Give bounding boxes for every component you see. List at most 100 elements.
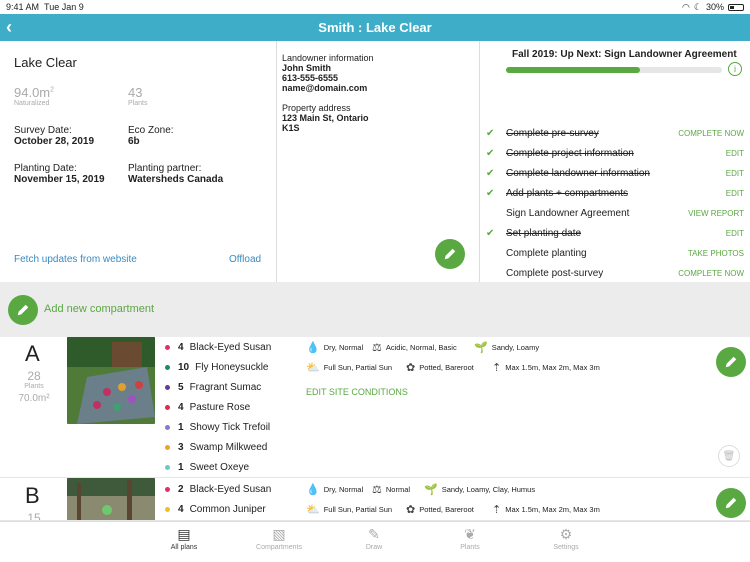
landowner-heading: Landowner information — [282, 53, 374, 63]
plants-label: Plants — [128, 100, 148, 107]
edit-site-conditions-link[interactable]: EDIT SITE CONDITIONS — [306, 387, 408, 397]
area-sup: 2 — [50, 86, 55, 94]
tab-plants[interactable]: ❦ Plants — [440, 526, 500, 551]
task-action-link[interactable]: EDIT — [726, 169, 744, 178]
plant-color-dot — [165, 344, 170, 350]
eco-label: Eco Zone: — [128, 125, 174, 136]
pencil-icon — [444, 248, 456, 260]
plant-count: 4 — [178, 401, 184, 413]
plant-list-item: 4 Common Juniper — [165, 499, 266, 519]
battery-percent: 30% — [705, 2, 724, 12]
planting-value: November 15, 2019 — [14, 174, 105, 185]
checklist-task: Complete planting TAKE PHOTOS — [480, 245, 744, 265]
ph-value: Normal — [385, 485, 411, 494]
checklist-task: ✔ Complete pre-survey COMPLETE NOW — [480, 125, 744, 145]
size-value: Max 1.5m, Max 2m, Max 3m — [505, 505, 600, 514]
edit-landowner-button[interactable] — [435, 239, 465, 269]
plant-list-item: 1 Sweet Oxeye — [165, 457, 249, 477]
tab-settings[interactable]: ⚙ Settings — [536, 526, 596, 551]
plant-name: Black-Eyed Susan — [189, 341, 272, 353]
plant-list-item: 5 Fragrant Sumac — [165, 377, 261, 397]
progress-fill — [506, 67, 640, 73]
plant-name: Swamp Milkweed — [189, 441, 268, 453]
water-drop-icon: 💧 — [306, 342, 320, 354]
hand-plant-icon: ✿ — [406, 504, 416, 516]
task-action-link[interactable]: COMPLETE NOW — [678, 269, 744, 278]
edit-compartment-button[interactable] — [716, 488, 746, 518]
compartment-area: 70.0m² — [18, 393, 50, 404]
tab-all-plans[interactable]: ▤ All plans — [154, 526, 214, 551]
task-label: Add plants + compartments — [506, 188, 629, 199]
survey-date: Survey Date: October 28, 2019 — [14, 125, 94, 147]
plant-name: Sweet Oxeye — [189, 461, 250, 473]
task-action-link[interactable]: EDIT — [726, 189, 744, 198]
tab-draw[interactable]: ✎ Draw — [344, 526, 404, 551]
scale-icon: ⚖ — [372, 342, 382, 354]
offload-link[interactable]: Offload — [229, 254, 261, 265]
stock-value: Potted, Bareroot — [419, 505, 474, 514]
plant-count: 43 Plants — [128, 85, 147, 107]
back-chevron-icon[interactable]: ‹ — [6, 17, 12, 38]
checkmark-icon: ✔ — [486, 228, 495, 239]
area-label: Naturalized — [14, 100, 50, 107]
project-overview: Lake Clear 94.0m2 Naturalized 43 Plants … — [0, 41, 750, 282]
naturalized-area: 94.0m2 Naturalized — [14, 85, 54, 107]
tab-compartments[interactable]: ▧ Compartments — [249, 526, 309, 551]
nav-bar: ‹ Smith : Lake Clear — [0, 14, 750, 41]
compartment-plants-value: 15 — [27, 511, 41, 521]
compartment-photo[interactable] — [67, 478, 155, 520]
garden-photo-image — [67, 337, 155, 424]
compartment-card-b: B 15 2 Black-Eyed Susan 4 Common Juniper 💧 D… — [0, 478, 750, 521]
plant-color-dot — [165, 486, 170, 492]
add-compartment-button[interactable] — [8, 295, 38, 325]
tab-bar: ▤ All plans ▧ Compartments ✎ Draw ❦ Plan… — [0, 521, 750, 562]
status-time: 9:41 AM — [6, 2, 40, 12]
task-action-link[interactable]: VIEW REPORT — [688, 209, 744, 218]
soil-condition: 🌱 Sandy, Loamy — [474, 341, 539, 354]
plant-count: 1 — [178, 461, 184, 473]
plant-count: 3 — [178, 441, 184, 453]
plant-color-dot — [165, 444, 170, 450]
moisture-condition: 💧 Dry, Normal — [306, 341, 363, 354]
address-line1: 123 Main St, Ontario — [282, 113, 369, 123]
plant-count: 5 — [178, 381, 184, 393]
checkmark-icon: ✔ — [486, 168, 495, 179]
task-action-link[interactable]: TAKE PHOTOS — [688, 249, 744, 258]
plant-list-item: 4 Black-Eyed Susan — [165, 337, 271, 357]
ph-condition: ⚖ Acidic, Normal, Basic — [372, 341, 457, 354]
task-action-link[interactable]: EDIT — [726, 149, 744, 158]
task-action-link[interactable]: COMPLETE NOW — [678, 129, 744, 138]
checklist-task: ✔ Complete landowner information EDIT — [480, 165, 744, 185]
garden-photo-image — [67, 478, 155, 520]
compartment-photo[interactable] — [67, 337, 155, 424]
plant-list-item: 3 Swamp Milkweed — [165, 437, 267, 457]
info-icon[interactable]: i — [728, 62, 742, 76]
plant-count: 2 — [178, 483, 184, 495]
plant-name: Fragrant Sumac — [189, 381, 262, 393]
ph-value: Acidic, Normal, Basic — [385, 343, 457, 352]
stock-value: Potted, Bareroot — [419, 363, 474, 372]
trash-icon[interactable]: 🗑 — [718, 445, 740, 467]
task-label: Complete planting — [506, 248, 587, 259]
fetch-updates-link[interactable]: Fetch updates from website — [14, 254, 137, 265]
stack-icon: ▤ — [177, 526, 191, 542]
water-drop-icon: 💧 — [306, 484, 320, 496]
sun-condition: ⛅ Full Sun, Partial Sun — [306, 361, 392, 374]
area-value: 94.0m — [14, 85, 51, 100]
status-date: Tue Jan 9 — [44, 2, 84, 12]
plant-color-dot — [165, 464, 170, 470]
plant-list-item: 10 Fly Honeysuckle — [165, 357, 268, 377]
tab-label: Settings — [553, 544, 579, 551]
moon-icon: ☾ — [693, 1, 702, 12]
add-compartment-bar[interactable]: Add new compartment — [0, 282, 750, 337]
planting-partner: Planting partner: Watersheds Canada — [128, 163, 223, 185]
plant-list-item: 1 Showy Tick Trefoil — [165, 417, 270, 437]
partner-label: Planting partner: — [128, 163, 202, 174]
leaf-icon: ❦ — [464, 526, 476, 542]
landowner-email: name@domain.com — [282, 83, 368, 93]
size-condition: ⇡ Max 1.5m, Max 2m, Max 3m — [492, 503, 600, 516]
task-action-link[interactable]: EDIT — [726, 229, 744, 238]
task-label: Sign Landowner Agreement — [506, 208, 630, 219]
plant-count: 4 — [178, 503, 184, 515]
edit-compartment-button[interactable] — [716, 347, 746, 377]
